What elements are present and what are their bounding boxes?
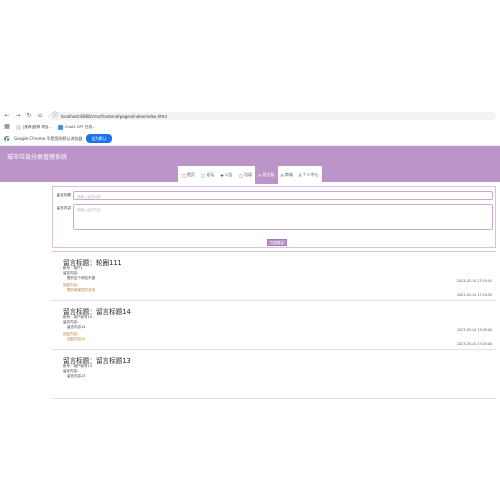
home-icon[interactable]: ⌂ [37, 113, 43, 119]
message-content: 留言内容14 [67, 325, 86, 329]
garbage-nav-icon: ◯ [238, 172, 244, 178]
submit-button[interactable]: 立即提交 [267, 239, 287, 246]
nav-label: 商城 [284, 172, 293, 177]
nav-label: 个人中心 [302, 172, 319, 177]
info-icon[interactable]: ⓘ [52, 113, 58, 119]
title-row: 留言标题 请输入留言标题 [53, 191, 493, 200]
title-label: 留言标题 [56, 193, 71, 197]
reply-time: 2023-03-14 17:20:50 [456, 293, 492, 297]
apps-icon[interactable]: ▦ [4, 124, 10, 130]
default-browser-infobar: Google Chrome 不是您的默认浏览器 设为默认 [0, 132, 500, 146]
address-bar: ← → ↻ ⌂ ⓘ localhost:8080/cms/frontend/pa… [0, 110, 500, 122]
bookmark-item[interactable]: [推荐]推荐 项目... [16, 124, 52, 130]
message-item: 留言标题：留言标题13 帐号：用户帐号13 留言内容： 留言内容13 [52, 350, 496, 399]
message-time: 2023-03-14 17:05:00 [456, 328, 492, 332]
message-nav-icon: ✉ [258, 172, 262, 178]
home-nav-icon: ◯ [181, 172, 186, 178]
message-item: 留言标题：轮圈111 帐号：用户1 留言内容： 是的这个网站不错 2023-03… [52, 252, 496, 301]
nav-item-message-board[interactable]: ✉ 留言板 [255, 166, 278, 184]
bookmarks-bar: ▦ [推荐]推荐 项目... Chat2 GPT 在线... [0, 122, 500, 132]
forward-icon[interactable]: → [15, 113, 21, 119]
url-text: localhost:8080/cms/frontend/pages/index/… [61, 113, 167, 119]
shop-nav-icon: ✉ [280, 172, 284, 178]
bookmark-label: Chat2 GPT 在线... [64, 124, 96, 129]
set-default-button[interactable]: 设为默认 [86, 134, 112, 143]
nav-label: 论坛 [206, 172, 215, 177]
url-field[interactable]: ⓘ localhost:8080/cms/frontend/pages/inde… [48, 112, 496, 120]
nav-item-forum[interactable]: ◯ 论坛 [197, 166, 218, 184]
nav-item-profile[interactable]: A 个人中心 [295, 166, 322, 184]
message-form: 留言标题 请输入留言标题 留言内容 请输入留言内容 立即提交 [52, 186, 496, 248]
reply-time: 2023-03-14 17:05:00 [456, 342, 492, 346]
bookmark-icon [16, 124, 21, 130]
forum-nav-icon: ◯ [200, 172, 206, 178]
nav-label: 留言板 [262, 172, 275, 177]
bookmark-icon [57, 124, 63, 130]
message-content: 是的这个网站不错 [67, 276, 95, 280]
infobar-text: Google Chrome 不是您的默认浏览器 [14, 135, 83, 141]
nav-label: 垃圾 [244, 172, 253, 177]
notice-nav-icon: ✚ [220, 172, 224, 178]
content-textarea[interactable]: 请输入留言内容 [73, 204, 493, 230]
message-list: 留言标题：轮圈111 帐号：用户1 留言内容： 是的这个网站不错 2023-03… [52, 251, 496, 500]
nav-label: 首页 [186, 172, 195, 177]
nav-label: 公告 [224, 172, 233, 177]
nav-item-notice[interactable]: ✚ 公告 [217, 166, 236, 184]
message-item: 留言标题：留言标题14 帐号：用户帐号14 留言内容： 留言内容14 2023-… [52, 301, 496, 350]
reload-icon[interactable]: ↻ [26, 113, 32, 119]
message-content: 留言内容13 [67, 374, 86, 378]
back-icon[interactable]: ← [4, 113, 10, 119]
title-input[interactable]: 请输入留言标题 [73, 191, 493, 200]
site-title: 城市垃圾分类管理系统 [7, 154, 68, 161]
chrome-icon [4, 135, 11, 142]
content-row: 留言内容 请输入留言内容 [53, 204, 493, 230]
content-label: 留言内容 [56, 206, 71, 210]
nav-item-garbage[interactable]: ◯ 垃圾 [235, 166, 256, 184]
message-time: 2023-03-14 17:19:41 [456, 279, 492, 283]
bookmark-item[interactable]: Chat2 GPT 在线... [57, 124, 96, 130]
main-nav: ◯ 首页 ◯ 论坛 ✚ 公告 ◯ 垃圾 ✉ 留言板 ✉ 商城 A 个人中心 [0, 166, 500, 184]
browser-window: ← → ↻ ⌂ ⓘ localhost:8080/cms/frontend/pa… [0, 110, 500, 500]
nav-item-home[interactable]: ◯ 首页 [178, 166, 198, 184]
message-reply: 回复内容14 [67, 337, 86, 341]
nav-item-shop[interactable]: ✉ 商城 [277, 166, 296, 184]
profile-nav-icon: A [298, 172, 302, 178]
message-reply: 是的谢谢您的支持 [67, 288, 95, 292]
bookmark-label: [推荐]推荐 项目... [23, 124, 52, 129]
